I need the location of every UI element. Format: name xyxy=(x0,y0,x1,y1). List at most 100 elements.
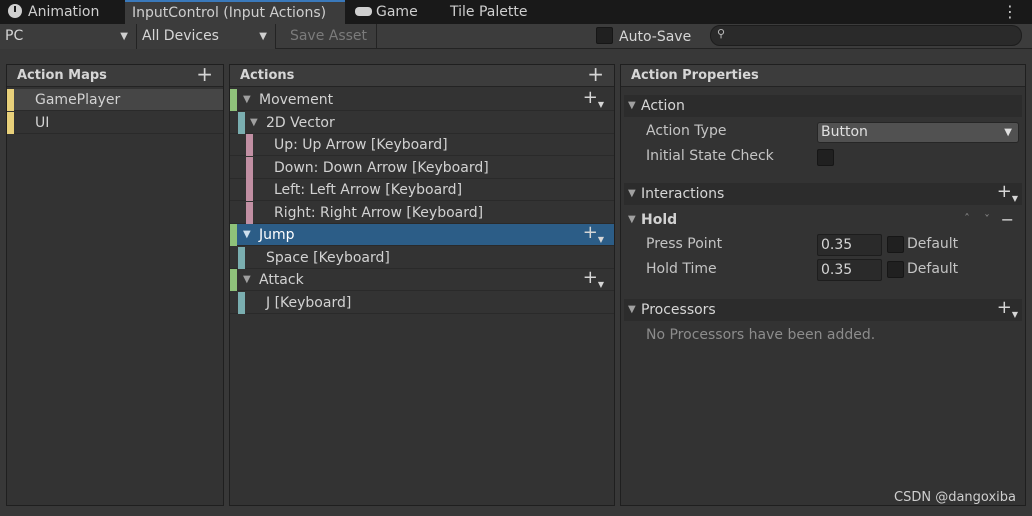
composite-row-2d-vector[interactable]: ▼ 2D Vector xyxy=(230,112,614,134)
add-action-icon[interactable]: + xyxy=(587,63,604,85)
move-up-icon[interactable]: ˆ xyxy=(964,208,970,230)
section-title: Processors xyxy=(641,302,716,318)
binding-row[interactable]: Space [Keyboard] xyxy=(230,247,614,269)
gamepad-icon xyxy=(355,7,372,16)
add-action-map-icon[interactable]: + xyxy=(196,63,213,85)
action-map-item[interactable]: GamePlayer xyxy=(7,89,223,111)
no-processors-message: No Processors have been added. xyxy=(646,327,876,343)
tab-label: InputControl (Input Actions) xyxy=(132,5,327,21)
binding-color-bar xyxy=(238,292,245,314)
expand-triangle-icon[interactable]: ▼ xyxy=(243,269,251,291)
control-scheme-dropdown[interactable]: PC ▼ xyxy=(0,24,137,49)
interactions-section-header[interactable]: ▼ Interactions +▼ xyxy=(624,181,1022,205)
auto-save-checkbox[interactable] xyxy=(596,27,613,44)
composite-label: 2D Vector xyxy=(266,115,335,131)
more-options-icon[interactable]: ⋮ xyxy=(1002,2,1018,21)
devices-value: All Devices xyxy=(142,28,219,44)
action-map-item[interactable]: UI xyxy=(7,112,223,134)
action-row-movement[interactable]: ▼ Movement +▼ xyxy=(230,87,614,111)
action-properties-panel: Action Properties ▼ Action Action Type B… xyxy=(620,64,1026,506)
tab-label: Animation xyxy=(28,4,100,20)
action-maps-header: Action Maps + xyxy=(7,63,223,87)
clock-icon xyxy=(8,4,22,18)
action-maps-panel: Action Maps + GamePlayer UI xyxy=(6,63,224,506)
binding-label: J [Keyboard] xyxy=(266,295,352,311)
control-scheme-value: PC xyxy=(5,28,24,44)
search-icon: ⚲ xyxy=(717,27,726,40)
add-processor-icon[interactable]: +▼ xyxy=(997,297,1018,326)
expand-triangle-icon[interactable]: ▼ xyxy=(628,183,636,205)
expand-triangle-icon[interactable]: ▼ xyxy=(628,95,636,117)
expand-triangle-icon[interactable]: ▼ xyxy=(628,209,636,231)
part-color-bar xyxy=(246,202,253,224)
tab-game[interactable]: Game xyxy=(355,0,418,24)
action-row-attack[interactable]: ▼ Attack +▼ xyxy=(230,267,614,291)
window-tab-bar: Animation InputControl (Input Actions) G… xyxy=(0,0,1032,24)
binding-part-label: Down: Down Arrow [Keyboard] xyxy=(274,160,489,176)
action-color-bar xyxy=(230,224,237,246)
expand-triangle-icon[interactable]: ▼ xyxy=(628,299,636,321)
search-input[interactable]: ⚲ xyxy=(710,25,1022,46)
add-interaction-icon[interactable]: +▼ xyxy=(997,181,1018,210)
press-point-label: Press Point xyxy=(646,236,723,252)
map-color-bar xyxy=(7,112,14,134)
part-color-bar xyxy=(246,179,253,201)
action-maps-title: Action Maps xyxy=(17,68,107,83)
part-color-bar xyxy=(246,157,253,179)
editor-toolbar: PC ▼ All Devices ▼ Save Asset Auto-Save … xyxy=(0,24,1032,49)
action-color-bar xyxy=(230,269,237,291)
expand-triangle-icon[interactable]: ▼ xyxy=(250,112,258,134)
part-color-bar xyxy=(246,134,253,156)
actions-panel: Actions + ▼ Movement +▼ ▼ 2D Vector Up: … xyxy=(229,63,615,506)
binding-label: Space [Keyboard] xyxy=(266,250,390,266)
binding-part-row[interactable]: Left: Left Arrow [Keyboard] xyxy=(230,179,614,201)
hold-time-label: Hold Time xyxy=(646,261,717,277)
composite-color-bar xyxy=(238,112,245,134)
actions-header: Actions + xyxy=(230,63,614,87)
tab-tile-palette[interactable]: Tile Palette xyxy=(450,0,527,24)
chevron-down-icon: ▼ xyxy=(120,31,128,42)
properties-header: Action Properties xyxy=(621,65,1025,87)
section-title: Action xyxy=(641,98,685,114)
properties-title: Action Properties xyxy=(631,68,759,83)
action-section-header[interactable]: ▼ Action xyxy=(624,95,1022,117)
remove-icon[interactable]: − xyxy=(1001,209,1014,231)
action-map-label: GamePlayer xyxy=(35,92,121,108)
actions-title: Actions xyxy=(240,68,295,83)
expand-triangle-icon[interactable]: ▼ xyxy=(243,224,251,246)
save-asset-button[interactable]: Save Asset xyxy=(281,24,377,49)
press-point-default-checkbox[interactable] xyxy=(887,236,904,253)
binding-color-bar xyxy=(238,247,245,269)
expand-triangle-icon[interactable]: ▼ xyxy=(243,89,251,111)
action-type-value: Button xyxy=(821,124,868,140)
action-map-label: UI xyxy=(35,115,50,131)
watermark: CSDN @dangoxiba xyxy=(894,490,1016,505)
initial-state-check-label: Initial State Check xyxy=(646,148,774,164)
devices-dropdown[interactable]: All Devices ▼ xyxy=(137,24,276,49)
binding-part-row[interactable]: Down: Down Arrow [Keyboard] xyxy=(230,157,614,179)
press-point-field[interactable]: 0.35 xyxy=(817,234,882,256)
action-label: Jump xyxy=(259,227,295,243)
map-color-bar xyxy=(7,89,14,111)
tab-label: Tile Palette xyxy=(450,4,528,20)
tab-animation[interactable]: Animation xyxy=(8,0,99,24)
initial-state-check-checkbox[interactable] xyxy=(817,149,834,166)
action-type-dropdown[interactable]: Button ▼ xyxy=(817,122,1019,143)
hold-time-default-checkbox[interactable] xyxy=(887,261,904,278)
section-title: Interactions xyxy=(641,186,725,202)
auto-save-label: Auto-Save xyxy=(619,29,692,45)
action-row-jump[interactable]: ▼ Jump +▼ xyxy=(230,222,614,246)
action-label: Movement xyxy=(259,92,334,108)
action-color-bar xyxy=(230,89,237,111)
tab-input-actions[interactable]: InputControl (Input Actions) xyxy=(125,0,345,24)
binding-part-label: Right: Right Arrow [Keyboard] xyxy=(274,205,484,221)
binding-part-row[interactable]: Up: Up Arrow [Keyboard] xyxy=(230,134,614,156)
binding-part-row[interactable]: Right: Right Arrow [Keyboard] xyxy=(230,202,614,224)
move-down-icon[interactable]: ˇ xyxy=(984,209,990,231)
hold-interaction-header[interactable]: ▼ Hold ˆ ˇ − xyxy=(624,209,1022,231)
processors-section-header[interactable]: ▼ Processors +▼ xyxy=(624,297,1022,321)
tab-label: Game xyxy=(376,4,418,20)
binding-row[interactable]: J [Keyboard] xyxy=(230,292,614,314)
binding-part-label: Left: Left Arrow [Keyboard] xyxy=(274,182,463,198)
hold-time-field[interactable]: 0.35 xyxy=(817,259,882,281)
